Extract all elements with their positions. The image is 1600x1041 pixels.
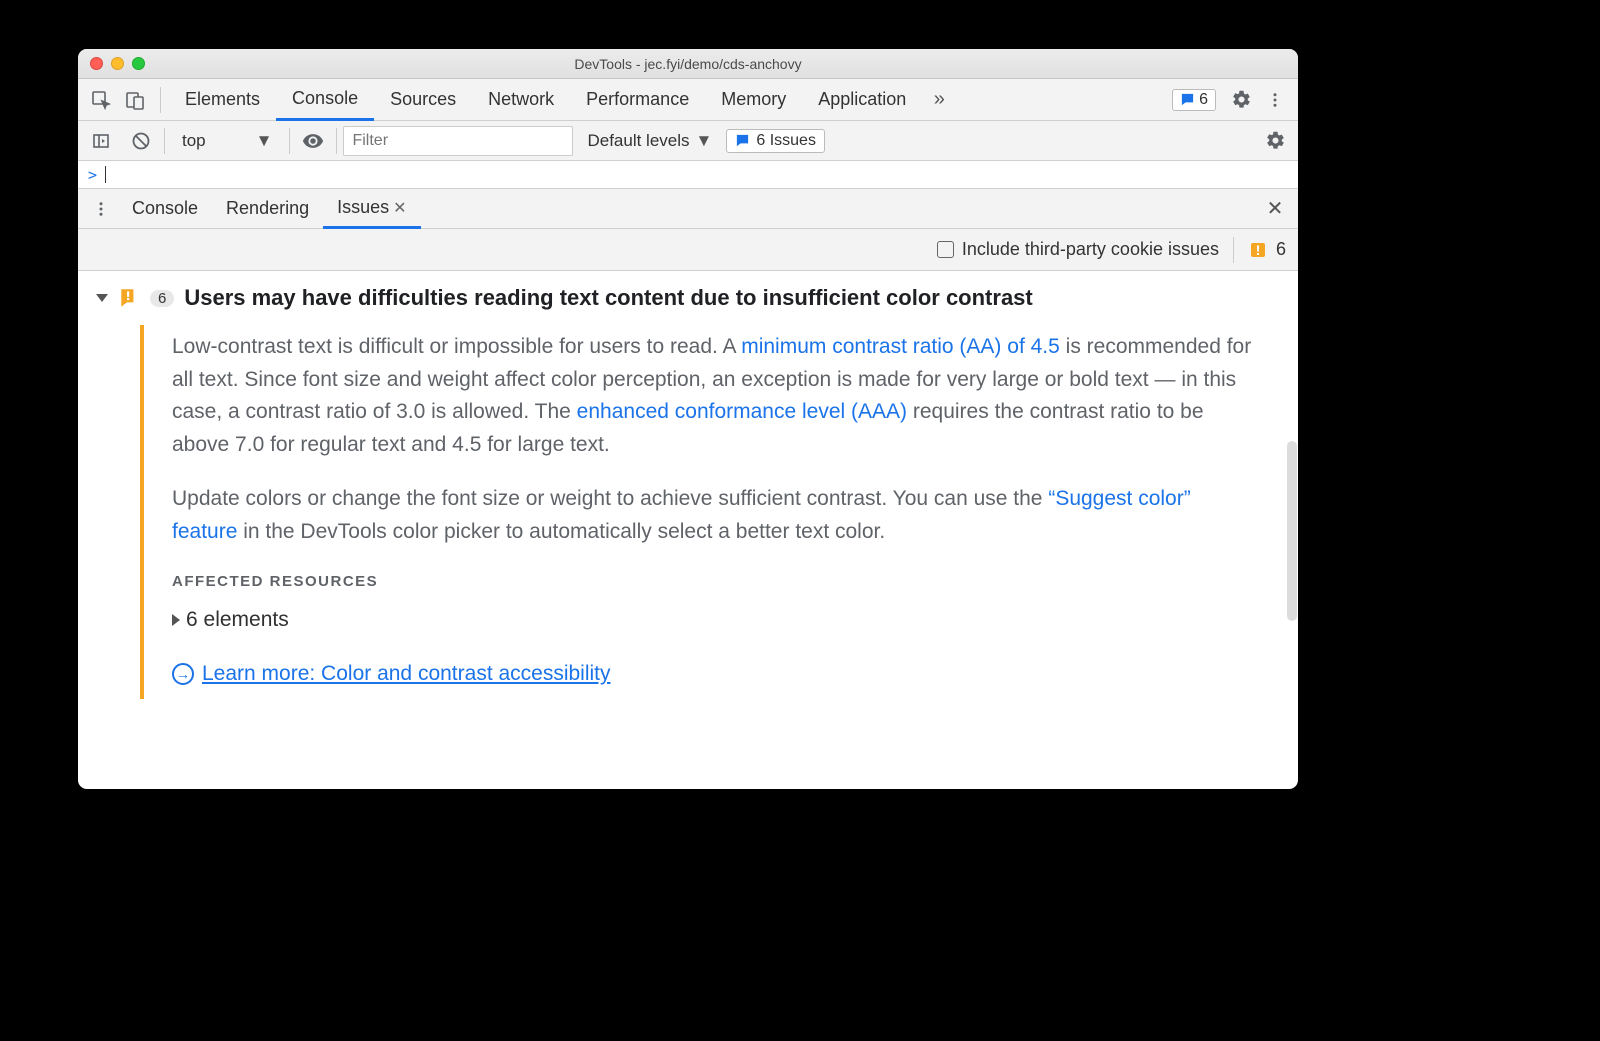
warning-icon bbox=[118, 287, 140, 309]
console-toolbar: top ▼ Default levels ▼ 6 Issues bbox=[78, 121, 1298, 161]
toggle-sidebar-icon[interactable] bbox=[84, 124, 118, 158]
drawer-tab-rendering[interactable]: Rendering bbox=[212, 189, 323, 228]
titlebar: DevTools - jec.fyi/demo/cds-anchovy bbox=[78, 49, 1298, 79]
close-window-button[interactable] bbox=[90, 57, 103, 70]
issues-chip-text: 6 Issues bbox=[756, 132, 816, 150]
settings-gear-icon[interactable] bbox=[1224, 83, 1258, 117]
main-tabs-bar: Elements Console Sources Network Perform… bbox=[78, 79, 1298, 121]
tab-performance[interactable]: Performance bbox=[570, 79, 705, 120]
chevron-down-icon: ▼ bbox=[256, 131, 273, 151]
console-prompt[interactable]: > bbox=[78, 161, 1298, 189]
issue-title: Users may have difficulties reading text… bbox=[184, 285, 1032, 311]
issue-header[interactable]: 6 Users may have difficulties reading te… bbox=[96, 285, 1280, 311]
prompt-symbol: > bbox=[88, 166, 97, 184]
link-contrast-aaa[interactable]: enhanced conformance level (AAA) bbox=[577, 400, 907, 423]
inspect-element-icon[interactable] bbox=[84, 83, 118, 117]
issue-paragraph-2: Update colors or change the font size or… bbox=[172, 483, 1260, 548]
kebab-menu-icon[interactable] bbox=[1258, 83, 1292, 117]
issue-paragraph-1: Low-contrast text is difficult or imposs… bbox=[172, 331, 1260, 461]
tab-application[interactable]: Application bbox=[802, 79, 922, 120]
scrollbar[interactable] bbox=[1287, 441, 1297, 621]
filter-input[interactable] bbox=[343, 126, 573, 156]
tab-elements[interactable]: Elements bbox=[169, 79, 276, 120]
affected-resources-label: AFFECTED RESOURCES bbox=[172, 570, 1260, 593]
issue-detail: Low-contrast text is difficult or imposs… bbox=[140, 325, 1280, 699]
drawer-tabs-bar: Console Rendering Issues ✕ ✕ bbox=[78, 189, 1298, 229]
learn-more-link[interactable]: Learn more: Color and contrast accessibi… bbox=[202, 658, 611, 691]
arrow-circle-icon: → bbox=[172, 663, 194, 685]
divider bbox=[160, 87, 161, 113]
divider bbox=[1233, 237, 1234, 263]
expand-triangle-icon[interactable] bbox=[172, 614, 180, 626]
clear-console-icon[interactable] bbox=[124, 124, 158, 158]
devtools-window: DevTools - jec.fyi/demo/cds-anchovy Elem… bbox=[78, 49, 1298, 789]
live-expression-icon[interactable] bbox=[296, 124, 330, 158]
chevron-down-icon: ▼ bbox=[696, 131, 713, 151]
console-settings-gear-icon[interactable] bbox=[1258, 124, 1292, 158]
affected-count-text: 6 elements bbox=[186, 604, 289, 637]
tab-memory[interactable]: Memory bbox=[705, 79, 802, 120]
tab-sources[interactable]: Sources bbox=[374, 79, 472, 120]
tab-console[interactable]: Console bbox=[276, 80, 374, 121]
levels-label: Default levels bbox=[587, 131, 689, 151]
close-tab-x-icon[interactable]: ✕ bbox=[393, 198, 406, 218]
link-contrast-aa[interactable]: minimum contrast ratio (AA) of 4.5 bbox=[741, 335, 1060, 358]
text-cursor bbox=[105, 166, 106, 183]
issues-chip[interactable]: 6 Issues bbox=[726, 129, 825, 153]
window-title: DevTools - jec.fyi/demo/cds-anchovy bbox=[78, 56, 1298, 72]
drawer-tab-console[interactable]: Console bbox=[118, 189, 212, 228]
log-levels-dropdown[interactable]: Default levels ▼ bbox=[579, 131, 720, 151]
issues-indicator-top[interactable]: 6 bbox=[1172, 89, 1216, 111]
device-toggle-icon[interactable] bbox=[118, 83, 152, 117]
more-tabs-icon[interactable]: » bbox=[922, 83, 956, 117]
context-value: top bbox=[182, 131, 206, 151]
learn-more-row: → Learn more: Color and contrast accessi… bbox=[172, 658, 1260, 691]
issues-toolbar-count: 6 bbox=[1276, 239, 1286, 260]
third-party-checkbox-label: Include third-party cookie issues bbox=[962, 239, 1219, 260]
drawer-tab-issues-label: Issues bbox=[337, 197, 389, 218]
issues-toolbar: Include third-party cookie issues 6 bbox=[78, 229, 1298, 271]
third-party-checkbox[interactable] bbox=[937, 241, 954, 258]
close-drawer-icon[interactable]: ✕ bbox=[1258, 192, 1292, 226]
tab-network[interactable]: Network bbox=[472, 79, 570, 120]
drawer-kebab-icon[interactable] bbox=[84, 192, 118, 226]
issues-badge-count: 6 bbox=[1199, 91, 1208, 109]
divider bbox=[336, 128, 337, 154]
maximize-window-button[interactable] bbox=[132, 57, 145, 70]
drawer-tab-issues[interactable]: Issues ✕ bbox=[323, 190, 420, 229]
divider bbox=[164, 128, 165, 154]
disclosure-triangle-icon[interactable] bbox=[96, 294, 108, 302]
issues-panel: 6 Users may have difficulties reading te… bbox=[78, 271, 1298, 789]
issue-count-badge: 6 bbox=[150, 290, 174, 307]
divider bbox=[289, 128, 290, 154]
warning-icon bbox=[1248, 240, 1268, 260]
minimize-window-button[interactable] bbox=[111, 57, 124, 70]
context-selector[interactable]: top ▼ bbox=[171, 126, 283, 156]
traffic-lights bbox=[78, 57, 145, 70]
affected-resources-row[interactable]: 6 elements bbox=[172, 604, 1260, 637]
